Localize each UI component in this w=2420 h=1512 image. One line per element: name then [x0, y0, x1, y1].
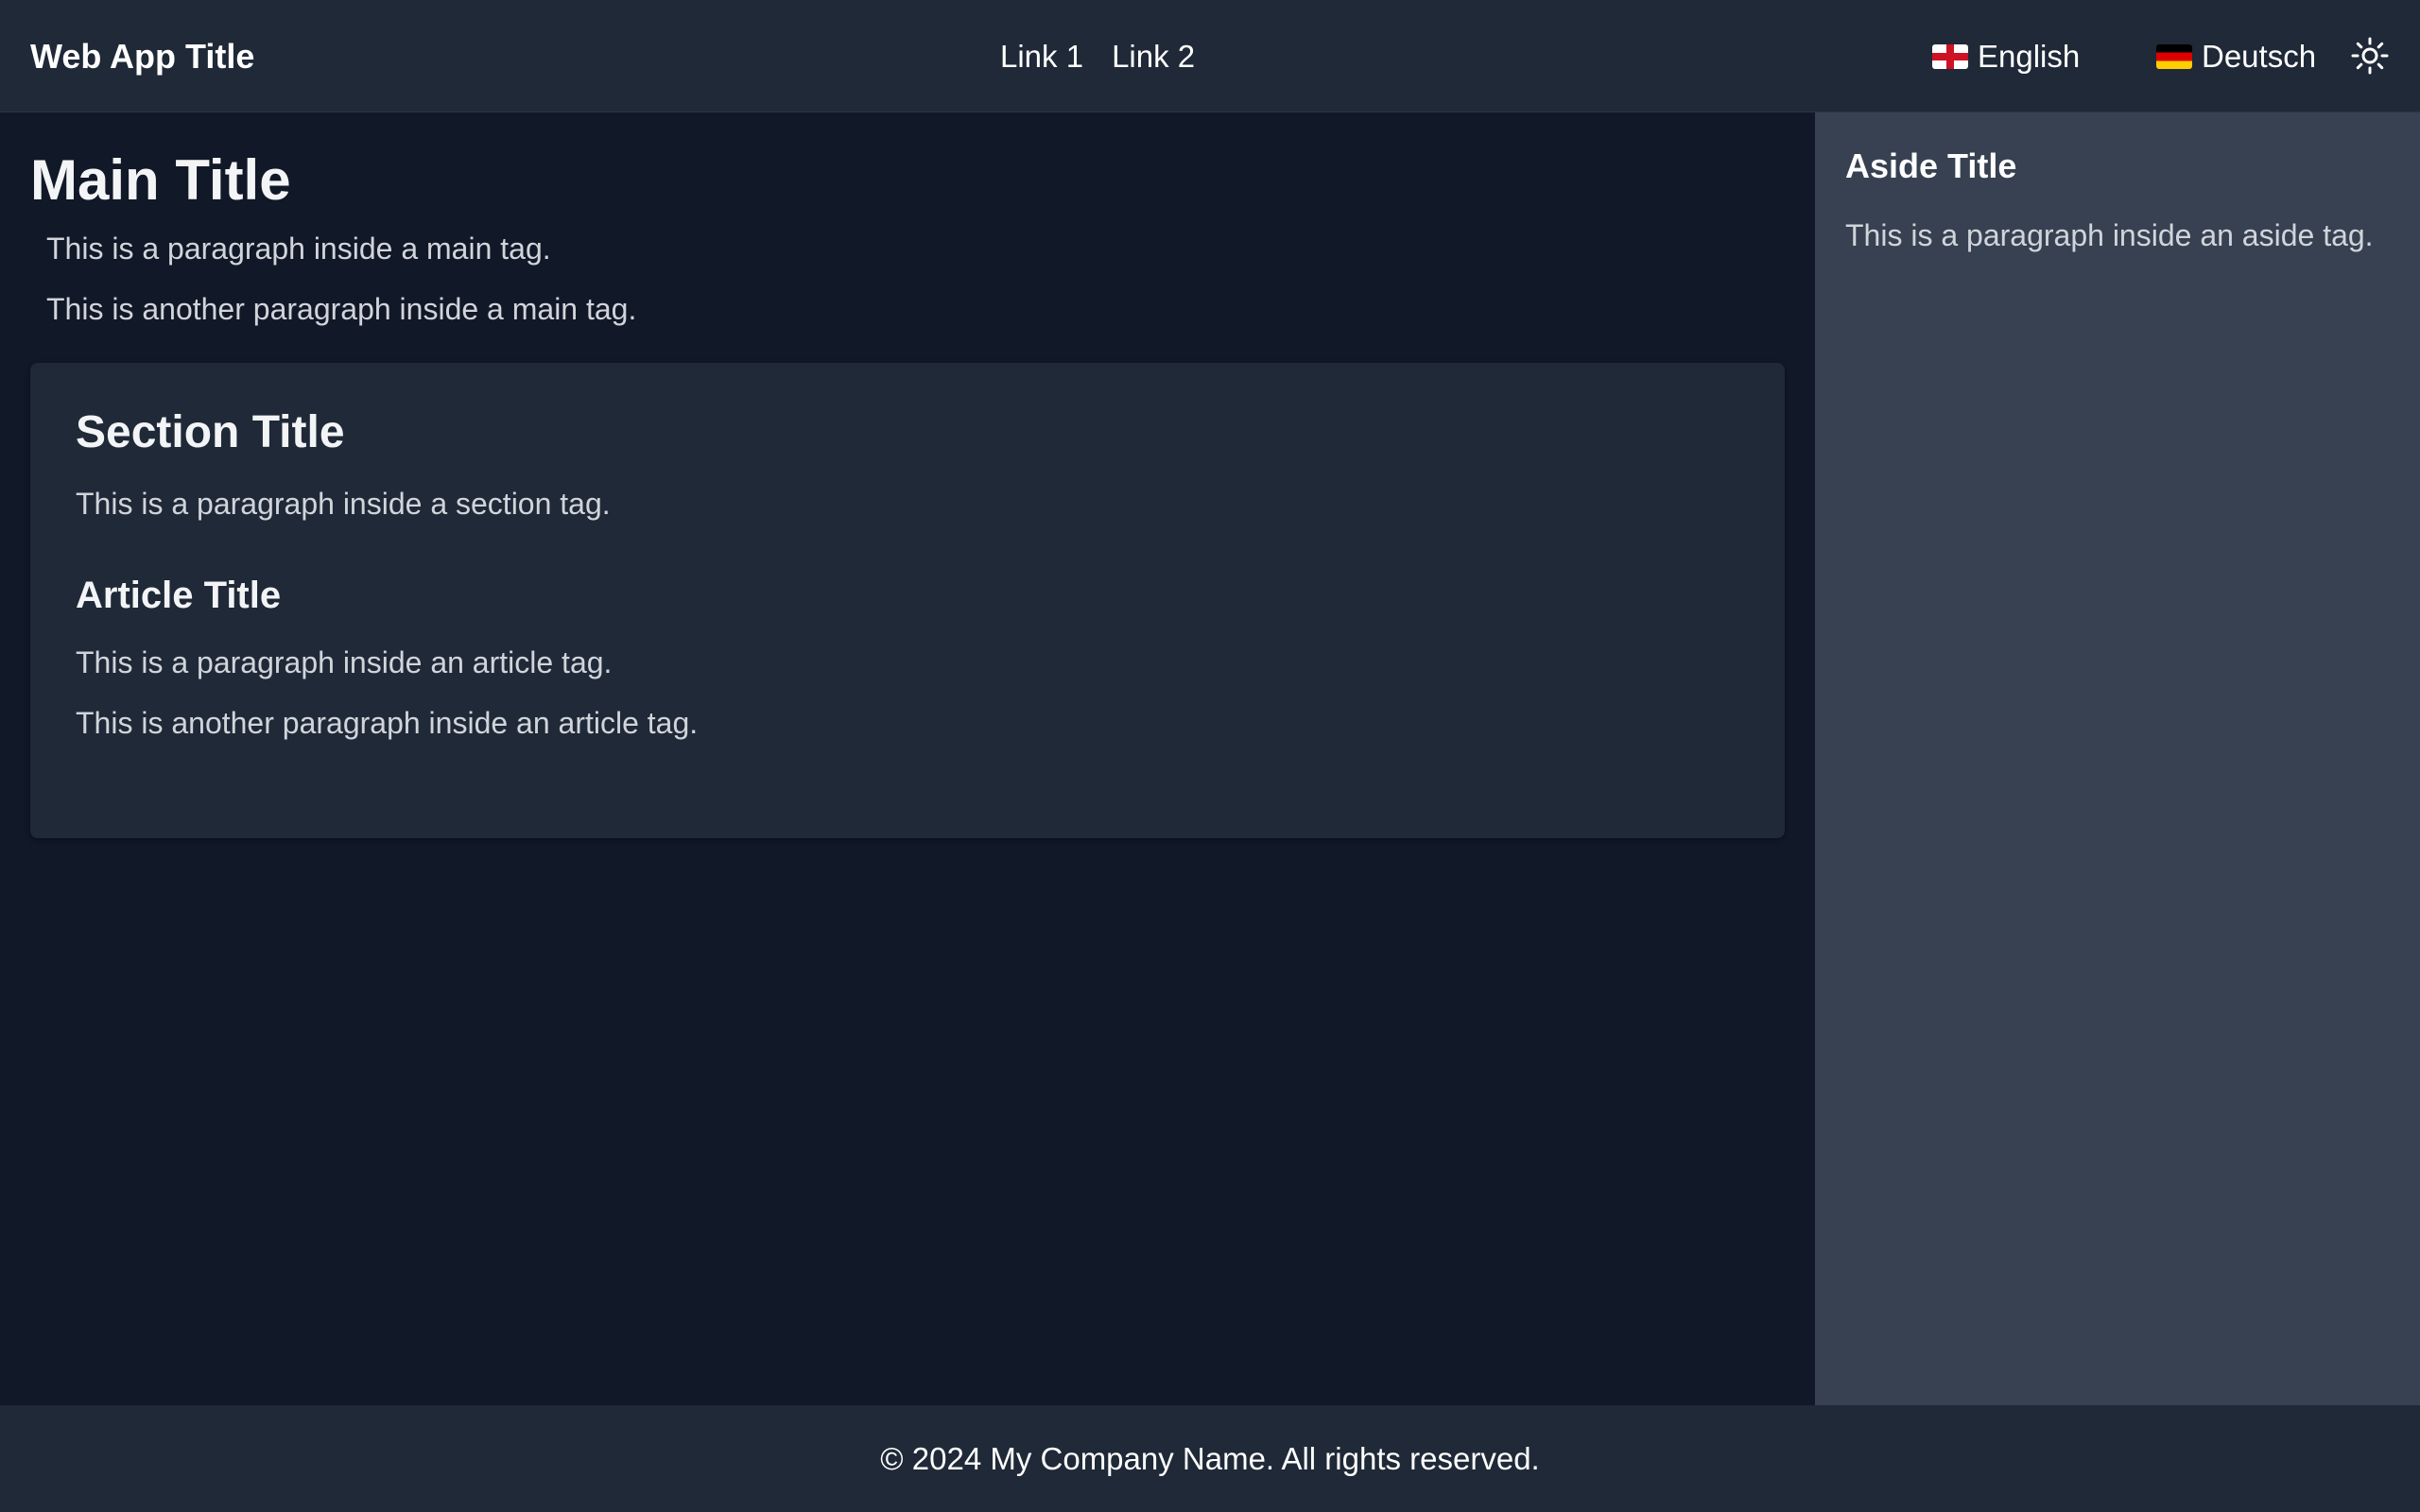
- article-paragraph-1: This is a paragraph inside an article ta…: [76, 645, 613, 679]
- app-footer: © 2024 My Company Name. All rights reser…: [0, 1405, 2420, 1512]
- footer-copyright: © 2024 My Company Name. All rights reser…: [880, 1440, 1540, 1476]
- article-paragraph-2: This is another paragraph inside an arti…: [76, 706, 699, 740]
- sun-icon: [2351, 37, 2389, 75]
- language-deutsch-button[interactable]: Deutsch: [2156, 0, 2316, 112]
- content-section: Section Title This is a paragraph inside…: [30, 363, 1785, 838]
- main-paragraph-2: This is another paragraph inside a main …: [46, 292, 637, 326]
- nav-link-1[interactable]: Link 1: [1000, 39, 1083, 75]
- language-deutsch-label: Deutsch: [2202, 38, 2317, 74]
- aside-paragraph: This is a paragraph inside an aside tag.: [1845, 218, 2374, 252]
- england-flag-icon: [1932, 43, 1968, 69]
- language-english-button[interactable]: English: [1932, 0, 2080, 112]
- section-paragraph: This is a paragraph inside a section tag…: [76, 487, 611, 521]
- main-paragraph-1: This is a paragraph inside a main tag.: [46, 232, 551, 266]
- main-content: Main Title This is a paragraph inside a …: [0, 112, 1815, 1405]
- main-nav: Link 1 Link 2: [1000, 0, 1195, 112]
- article-title: Article Title: [76, 575, 282, 616]
- app-header: Web App Title Link 1 Link 2 English Deut…: [0, 0, 2420, 112]
- aside-panel: Aside Title This is a paragraph inside a…: [1815, 112, 2420, 1405]
- section-title: Section Title: [76, 407, 345, 457]
- language-english-label: English: [1978, 38, 2081, 74]
- germany-flag-icon: [2156, 43, 2192, 69]
- main-title: Main Title: [30, 148, 291, 212]
- aside-title: Aside Title: [1845, 146, 2017, 185]
- theme-toggle-button[interactable]: [2351, 37, 2389, 75]
- nav-link-2[interactable]: Link 2: [1112, 39, 1195, 75]
- app-title[interactable]: Web App Title: [30, 0, 254, 112]
